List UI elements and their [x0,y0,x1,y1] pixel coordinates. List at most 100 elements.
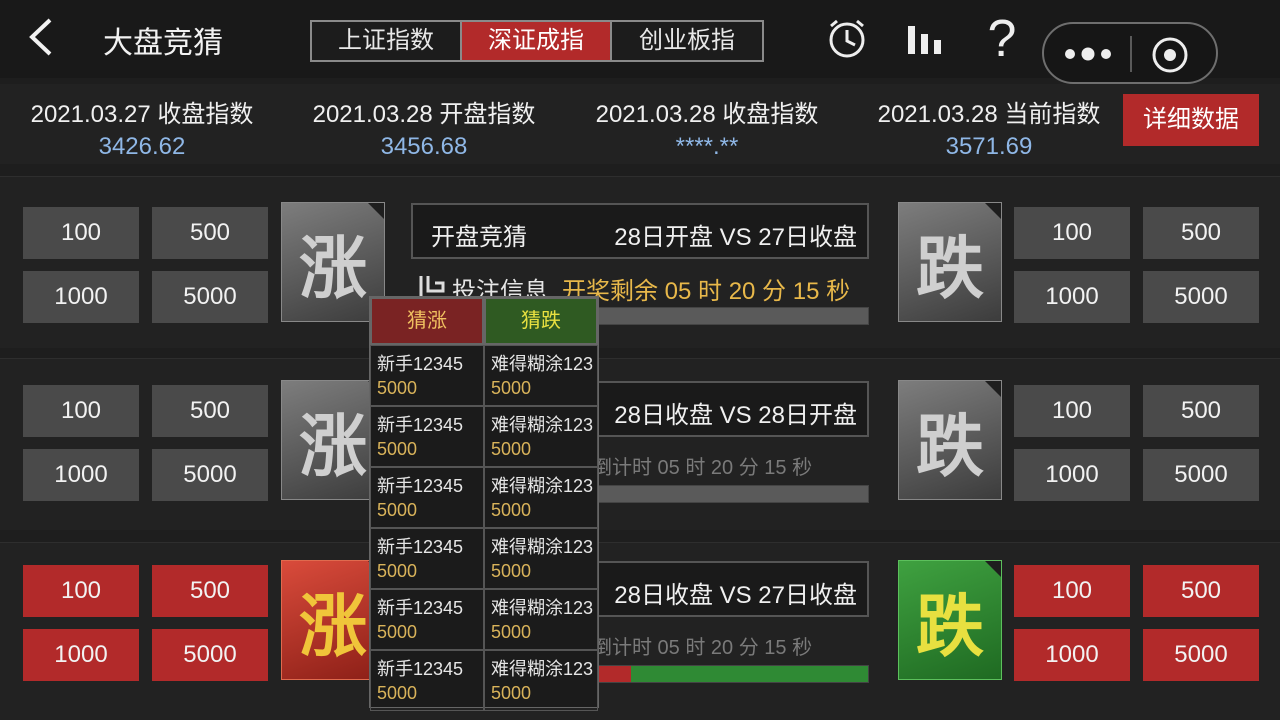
stat-value: ****.** [675,133,739,160]
back-arrow-icon[interactable] [24,16,60,58]
fall-tile[interactable]: 跌 [898,560,1002,680]
bet-fall-button[interactable]: 500 [1143,565,1259,617]
guess-section-open: 100 500 1000 5000 涨 开盘竞猜 28日开盘 VS 27日收盘 … [0,176,1280,348]
rise-char: 涨 [298,230,367,307]
bet-rise-button[interactable]: 100 [23,207,139,259]
bet-fall-button[interactable]: 5000 [1143,271,1259,323]
fall-tile[interactable]: 跌 [898,380,1002,500]
bet-amount: 5000 [491,622,532,642]
match-compare-label: 28日收盘 VS 27日收盘 [614,582,857,609]
bet-rise-button[interactable]: 5000 [152,449,268,501]
fall-tile[interactable]: 跌 [898,202,1002,322]
bar-chart-icon[interactable] [904,16,948,60]
detail-data-button[interactable]: 详细数据 [1123,94,1259,146]
bet-info-popup: 猜涨 猜跌 新手12345 5000 难得糊涂123 5000 新手12345 … [369,296,599,711]
bet-fall-button[interactable]: 100 [1014,385,1130,437]
rise-char: 涨 [298,408,367,485]
fall-char: 跌 [915,588,984,665]
bet-amount: 5000 [377,439,418,459]
bet-fall-button[interactable]: 5000 [1143,629,1259,681]
guess-section-close-vs-close: 100 500 1000 5000 涨 28日收盘 VS 27日收盘 倒计时 0… [0,542,1280,720]
bet-rise-button[interactable]: 100 [23,385,139,437]
match-compare-label: 28日收盘 VS 28日开盘 [614,402,857,429]
bet-rise-button[interactable]: 1000 [23,271,139,323]
fall-bet-cell: 难得糊涂123 5000 [484,467,598,528]
bet-rise-button[interactable]: 500 [152,385,268,437]
bet-amount: 5000 [491,500,532,520]
bet-amount: 5000 [377,378,418,398]
stat-open: 2021.03.28 开盘指数 3456.68 [294,94,554,161]
fall-char: 跌 [915,230,984,307]
fall-progress [630,666,868,682]
page-title: 大盘竞猜 [103,27,223,60]
bet-fall-button[interactable]: 1000 [1014,629,1130,681]
rise-char: 涨 [298,588,367,665]
bet-rise-button[interactable]: 5000 [152,271,268,323]
bettor-name: 新手12345 [377,476,464,496]
bettor-name: 难得糊涂123 [491,598,594,618]
popup-row: 新手12345 5000 难得糊涂123 5000 [370,406,598,467]
rise-bet-cell: 新手12345 5000 [370,528,484,589]
guess-section-close-vs-open: 100 500 1000 5000 涨 28日收盘 VS 28日开盘 倒计时 0… [0,358,1280,530]
rise-bet-cell: 新手12345 5000 [370,345,484,406]
bet-amount: 5000 [377,683,418,703]
bettor-name: 新手12345 [377,415,464,435]
stat-value: 3456.68 [380,133,468,160]
stat-value: 3426.62 [98,133,186,160]
stat-label: 2021.03.27 收盘指数 [30,101,254,128]
countdown-text: 倒计时 05 时 20 分 15 秒 [592,637,813,659]
bettor-name: 难得糊涂123 [491,476,594,496]
countdown-row: 倒计时 05 时 20 分 15 秒 [592,631,872,665]
tab-shanghai-index[interactable]: 上证指数 [312,22,462,60]
more-icon[interactable] [1062,42,1114,66]
bettor-name: 新手12345 [377,659,464,679]
bet-fall-button[interactable]: 500 [1143,207,1259,259]
bet-fall-button[interactable]: 100 [1014,207,1130,259]
clock-icon[interactable] [825,16,869,60]
bettor-name: 难得糊涂123 [491,659,594,679]
bet-amount: 5000 [377,622,418,642]
bet-amount: 5000 [491,439,532,459]
bet-fall-button[interactable]: 5000 [1143,449,1259,501]
stat-label: 2021.03.28 收盘指数 [595,101,819,128]
fall-bet-cell: 难得糊涂123 5000 [484,345,598,406]
bet-rise-button[interactable]: 5000 [152,629,268,681]
bet-amount: 5000 [377,561,418,581]
bettor-name: 新手12345 [377,598,464,618]
close-target-icon[interactable] [1150,35,1190,75]
tab-shenzhen-index[interactable]: 深证成指 [462,22,612,60]
bet-fall-button[interactable]: 1000 [1014,449,1130,501]
match-box: 开盘竞猜 28日开盘 VS 27日收盘 [411,203,869,259]
guess-fall-header: 猜跌 [484,297,598,345]
fall-char: 跌 [915,408,984,485]
rise-bet-cell: 新手12345 5000 [370,589,484,650]
index-tabs: 上证指数 深证成指 创业板指 [310,20,764,62]
bet-fall-button[interactable]: 100 [1014,565,1130,617]
bettor-name: 难得糊涂123 [491,415,594,435]
top-bar: 大盘竞猜 上证指数 深证成指 创业板指 ? [0,0,1280,84]
popup-row: 新手12345 5000 难得糊涂123 5000 [370,528,598,589]
bet-rise-button[interactable]: 100 [23,565,139,617]
help-icon[interactable]: ? [980,10,1024,66]
popup-row: 新手12345 5000 难得糊涂123 5000 [370,345,598,406]
fall-bet-cell: 难得糊涂123 5000 [484,589,598,650]
bet-rise-button[interactable]: 1000 [23,629,139,681]
bet-rise-button[interactable]: 500 [152,565,268,617]
bet-fall-button[interactable]: 500 [1143,385,1259,437]
bettor-name: 新手12345 [377,537,464,557]
bettor-name: 难得糊涂123 [491,354,594,374]
stat-label: 2021.03.28 开盘指数 [312,101,536,128]
stat-prev-close: 2021.03.27 收盘指数 3426.62 [12,94,272,161]
popup-header: 猜涨 猜跌 [370,297,598,345]
bet-amount: 5000 [491,561,532,581]
stat-close: 2021.03.28 收盘指数 ****.** [577,94,837,161]
bet-rise-button[interactable]: 1000 [23,449,139,501]
svg-text:?: ? [988,10,1017,66]
tab-chinext-index[interactable]: 创业板指 [612,22,762,60]
countdown-text: 开奖剩余 05 时 20 分 15 秒 [562,278,851,305]
bet-fall-button[interactable]: 1000 [1014,271,1130,323]
bettor-name: 难得糊涂123 [491,537,594,557]
popup-row: 新手12345 5000 难得糊涂123 5000 [370,589,598,650]
bet-rise-button[interactable]: 500 [152,207,268,259]
mini-program-capsule [1042,22,1218,84]
